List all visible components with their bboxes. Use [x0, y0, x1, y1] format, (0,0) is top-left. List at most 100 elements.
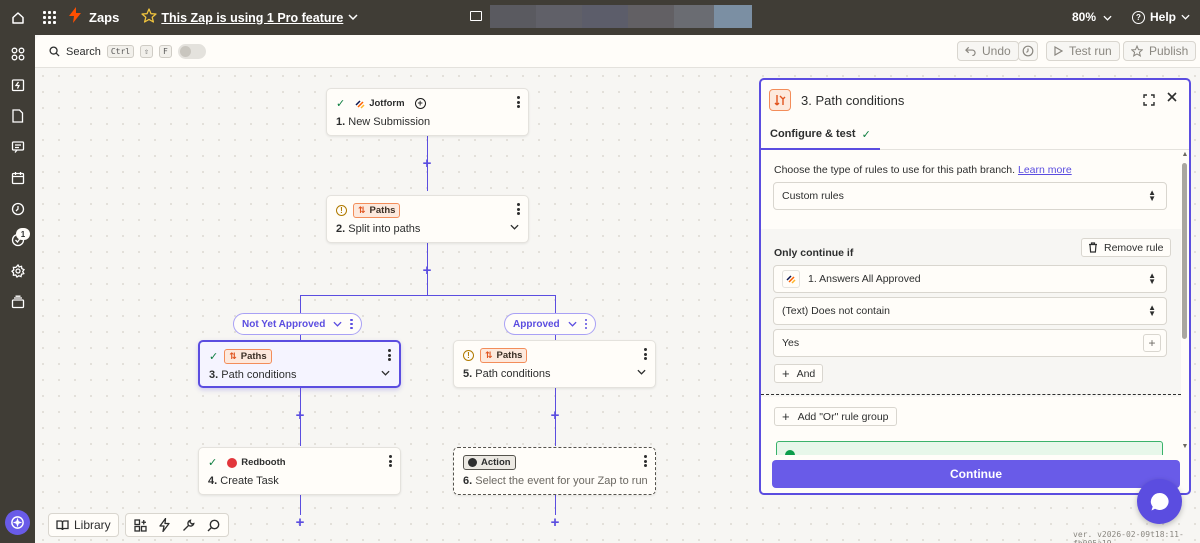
warning-icon: ! — [336, 205, 347, 216]
notification-badge: 1 — [16, 228, 30, 240]
help-icon: ? — [1132, 10, 1145, 24]
chevron-down-icon[interactable] — [568, 321, 577, 327]
close-icon[interactable] — [1167, 92, 1177, 102]
chevron-down-icon[interactable] — [510, 224, 519, 230]
learn-more-link[interactable]: Learn more — [1018, 164, 1072, 176]
panel-body: Choose the type of rules to use for this… — [761, 151, 1181, 455]
add-apps-icon[interactable] — [134, 518, 147, 532]
rule-type-value: Custom rules — [782, 190, 844, 202]
pro-feature-link[interactable]: This Zap is using 1 Pro feature — [161, 11, 343, 25]
continue-button[interactable]: Continue — [772, 460, 1180, 488]
zapier-logo-icon — [69, 7, 81, 28]
step-card-1[interactable]: ✓ Jotform + 1. New Submission — [326, 88, 529, 136]
more-options-icon[interactable] — [516, 203, 520, 215]
step-card-3[interactable]: ✓ ⇅ Paths 3. Path conditions — [198, 340, 401, 388]
app-title[interactable]: Zaps — [89, 10, 119, 25]
condition-select[interactable]: (Text) Does not contain ▲ ▼ — [773, 297, 1167, 325]
canvas-toggle[interactable] — [177, 44, 206, 59]
chat-support-button[interactable] — [1137, 479, 1182, 524]
publish-label: Publish — [1149, 44, 1189, 58]
and-button[interactable]: + And — [774, 364, 824, 383]
step-card-2[interactable]: ! ⇅ Paths 2. Split into paths — [326, 195, 529, 243]
library-button[interactable]: Library — [48, 513, 119, 537]
undo-icon — [965, 46, 976, 56]
zaps-icon[interactable] — [10, 77, 25, 92]
version-history-button[interactable] — [1018, 41, 1038, 61]
more-options-icon[interactable] — [516, 96, 520, 108]
search-icon[interactable] — [207, 519, 220, 532]
add-or-rule-group-button[interactable]: + Add "Or" rule group — [774, 407, 897, 426]
chevron-down-icon[interactable] — [333, 321, 342, 327]
more-options-icon[interactable] — [387, 349, 391, 361]
search-button[interactable]: Search Ctrl ⇧ F — [49, 44, 206, 59]
step-card-4[interactable]: ✓ Redbooth 4. Create Task — [198, 447, 401, 495]
step-card-6[interactable]: Action 6. Select the event for your Zap … — [453, 447, 656, 495]
expand-icon[interactable] — [1143, 94, 1155, 106]
rule-type-select[interactable]: Custom rules ▲ ▼ — [773, 182, 1167, 210]
chevron-down-icon[interactable] — [348, 12, 358, 23]
home-icon[interactable] — [0, 0, 35, 35]
more-icon[interactable] — [10, 294, 25, 309]
undo-button[interactable]: Undo — [957, 41, 1019, 61]
plus-icon: + — [782, 409, 790, 424]
zoom-level[interactable]: 80% — [1072, 10, 1112, 24]
remove-rule-button[interactable]: Remove rule — [1081, 238, 1171, 257]
interfaces-icon[interactable] — [10, 139, 25, 154]
add-step-plus-icon[interactable]: + — [549, 515, 561, 530]
app-name: Jotform — [369, 98, 405, 109]
branch-line — [300, 295, 555, 296]
more-options-icon[interactable] — [643, 348, 647, 360]
add-step-plus-icon[interactable]: + — [294, 515, 306, 530]
success-icon — [785, 450, 795, 455]
history-icon[interactable] — [10, 201, 25, 216]
step-config-panel: 3. Path conditions Configure & test ✓ Ch… — [759, 78, 1191, 495]
insert-data-plus-icon[interactable]: + — [1143, 334, 1161, 352]
more-options-icon[interactable] — [584, 318, 588, 330]
trash-icon — [1089, 242, 1097, 253]
settings-icon[interactable] — [10, 263, 25, 278]
shortcut-key-f: F — [158, 45, 172, 58]
tables-icon[interactable] — [10, 108, 25, 123]
check-icon: ✓ — [208, 457, 218, 469]
app-chip-jotform: Jotform — [351, 96, 408, 111]
add-icon[interactable]: + — [414, 98, 426, 109]
chevron-down-icon[interactable] — [381, 370, 390, 376]
scroll-down-icon[interactable]: ▼ — [1181, 443, 1189, 450]
step-card-5[interactable]: ! ⇅ Paths 5. Path conditions — [453, 340, 656, 388]
more-options-icon[interactable] — [350, 318, 353, 330]
compare-value-input[interactable]: Yes + — [773, 329, 1167, 357]
calendar-icon[interactable] — [10, 170, 25, 185]
help-menu[interactable]: ? Help — [1132, 10, 1190, 24]
jotform-logo-icon — [355, 99, 365, 109]
scroll-up-icon[interactable]: ▲ — [1181, 151, 1189, 158]
wrench-icon[interactable] — [182, 518, 195, 532]
lightning-icon[interactable] — [159, 518, 170, 532]
scroll-thumb[interactable] — [1182, 163, 1187, 339]
step-title: 5. Path conditions — [463, 368, 551, 380]
tab-label: Configure & test — [770, 128, 856, 140]
test-run-button[interactable]: Test run — [1046, 41, 1120, 61]
field-select[interactable]: 1. Answers All Approved ▲ ▼ — [773, 265, 1167, 293]
zap-name-redacted[interactable] — [490, 5, 752, 28]
panel-scrollbar[interactable]: ▲ ▼ — [1181, 151, 1189, 455]
check-icon: ✓ — [861, 128, 871, 141]
more-options-icon[interactable] — [388, 455, 392, 467]
add-step-plus-icon[interactable]: + — [421, 263, 433, 278]
tab-configure-test[interactable]: Configure & test ✓ — [761, 120, 880, 150]
add-step-plus-icon[interactable]: + — [421, 156, 433, 171]
more-options-icon[interactable] — [643, 455, 647, 467]
connector-line — [555, 495, 556, 515]
add-step-plus-icon[interactable]: + — [549, 408, 561, 423]
folder-icon[interactable] — [470, 11, 482, 21]
branch-pill-not-yet-approved[interactable]: Not Yet Approved — [233, 313, 362, 335]
publish-button[interactable]: Publish — [1123, 41, 1197, 61]
app-switcher-icon[interactable] — [43, 10, 57, 25]
apps-icon[interactable] — [10, 46, 25, 61]
test-result-banner — [776, 441, 1163, 455]
only-continue-if-label: Only continue if — [774, 247, 854, 259]
add-step-plus-icon[interactable]: + — [294, 408, 306, 423]
app-chip-paths: ⇅ Paths — [353, 203, 401, 218]
copilot-icon[interactable] — [5, 510, 30, 535]
branch-pill-approved[interactable]: Approved — [504, 313, 597, 335]
chevron-down-icon[interactable] — [637, 369, 646, 375]
